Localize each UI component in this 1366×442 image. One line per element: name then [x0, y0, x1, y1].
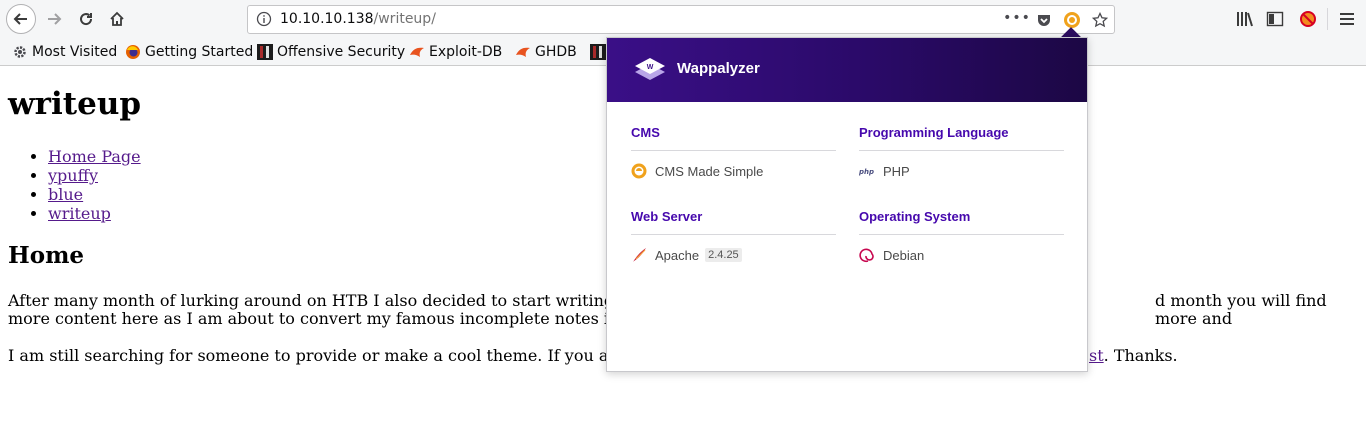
arrow-left-icon	[13, 13, 27, 25]
wappalyzer-title: Wappalyzer	[677, 60, 760, 77]
tech-version-badge: 2.4.25	[705, 248, 742, 262]
svg-text:php: php	[859, 168, 874, 176]
url-path: /writeup/	[373, 11, 436, 27]
bookmark-offensive-security[interactable]: Offensive Security	[257, 42, 405, 62]
tech-name: Debian	[883, 247, 925, 263]
tech-name: Apache	[655, 247, 700, 263]
tech-name: PHP	[883, 163, 910, 179]
info-icon[interactable]	[256, 11, 272, 31]
sidebar-icon[interactable]	[1265, 9, 1285, 29]
tech-item[interactable]: CMS Made Simple	[631, 163, 836, 179]
nav-item: writeup	[48, 204, 141, 223]
wappalyzer-header: W Wappalyzer	[607, 38, 1087, 102]
section-heading: Home	[8, 242, 85, 269]
bookmark-label: Getting Started	[145, 44, 254, 60]
exploitdb-icon	[409, 44, 425, 60]
wappalyzer-popup: W Wappalyzer CMS CMS Made Simple Program…	[606, 37, 1088, 372]
page-actions-menu-icon[interactable]: •••	[1003, 9, 1030, 27]
php-icon: php	[859, 163, 875, 179]
tech-item[interactable]: Apache 2.4.25	[631, 247, 836, 263]
bookmark-label: Most Visited	[32, 44, 118, 60]
category-title: Operating System	[859, 209, 1064, 235]
theme-text-right: st. Thanks.	[1089, 347, 1178, 365]
nav-link-blue[interactable]: blue	[48, 185, 83, 204]
category-cms: CMS CMS Made Simple	[631, 125, 836, 179]
category-title: Programming Language	[859, 125, 1064, 151]
nav-link-writeup[interactable]: writeup	[48, 204, 111, 223]
theme-text-end: . Thanks.	[1103, 346, 1178, 365]
reload-icon	[80, 13, 93, 26]
url-text[interactable]: 10.10.10.138/writeup/	[280, 11, 436, 27]
home-button[interactable]	[104, 6, 130, 32]
bookmark-exploit-db[interactable]: Exploit-DB	[409, 42, 502, 62]
library-icon[interactable]	[1235, 9, 1255, 29]
bookmark-most-visited[interactable]: Most Visited	[12, 42, 117, 62]
nav-item: blue	[48, 185, 141, 204]
category-operating-system: Operating System Debian	[859, 209, 1064, 263]
offsec-icon	[257, 44, 273, 60]
svg-text:W: W	[647, 64, 654, 71]
theme-link[interactable]: st	[1089, 346, 1104, 365]
extension-blocked-icon[interactable]	[1298, 9, 1318, 29]
toolbar-separator	[1327, 8, 1328, 30]
gear-icon	[12, 44, 28, 60]
bookmark-label: Exploit-DB	[429, 44, 503, 60]
tech-name: CMS Made Simple	[655, 163, 764, 179]
wappalyzer-extension-icon[interactable]	[1063, 11, 1081, 29]
ghdb-icon	[515, 44, 531, 60]
category-title: Web Server	[631, 209, 836, 235]
pocket-icon[interactable]	[1035, 11, 1053, 29]
debian-swirl-icon	[859, 247, 875, 263]
arrow-right-icon	[48, 13, 62, 25]
forward-button[interactable]	[41, 6, 67, 32]
reload-button[interactable]	[73, 6, 99, 32]
bookmark-label: GHDB	[535, 44, 577, 60]
nav-link-home-page[interactable]: Home Page	[48, 147, 141, 166]
url-bar[interactable]: 10.10.10.138/writeup/ •••	[247, 5, 1115, 34]
nav-item: Home Page	[48, 147, 141, 166]
nav-item: ypuffy	[48, 166, 141, 185]
browser-toolbar: 10.10.10.138/writeup/ •••	[0, 0, 1366, 38]
category-programming-language: Programming Language php PHP	[859, 125, 1064, 179]
nav-link-ypuffy[interactable]: ypuffy	[48, 166, 98, 185]
cms-made-simple-icon	[631, 163, 647, 179]
url-host: 10.10.10.138	[280, 11, 374, 27]
intro-line1-right: d month you will find more and	[1155, 291, 1327, 328]
offsec-icon	[590, 44, 606, 60]
intro-line2: more content here as I am about to conve…	[8, 309, 620, 328]
firefox-icon	[125, 44, 141, 60]
theme-text-left: I am still searching for someone to prov…	[8, 346, 609, 365]
category-web-server: Web Server Apache 2.4.25	[631, 209, 836, 263]
bookmark-star-icon[interactable]	[1091, 11, 1109, 29]
tech-item[interactable]: Debian	[859, 247, 1064, 263]
apache-feather-icon	[631, 247, 647, 263]
back-button[interactable]	[6, 4, 36, 34]
wappalyzer-logo-icon: W	[635, 58, 665, 80]
intro-line1-left: After many month of lurking around on HT…	[8, 291, 615, 310]
bookmark-ghdb[interactable]: GHDB	[515, 42, 577, 62]
hamburger-menu-icon[interactable]	[1337, 9, 1357, 29]
tech-item[interactable]: php PHP	[859, 163, 1064, 179]
bookmark-label: Offensive Security	[277, 44, 406, 60]
nav-list: Home Page ypuffy blue writeup	[8, 147, 141, 223]
home-icon	[110, 11, 124, 26]
category-title: CMS	[631, 125, 836, 151]
page-title: writeup	[8, 86, 142, 122]
bookmark-getting-started[interactable]: Getting Started	[125, 42, 253, 62]
